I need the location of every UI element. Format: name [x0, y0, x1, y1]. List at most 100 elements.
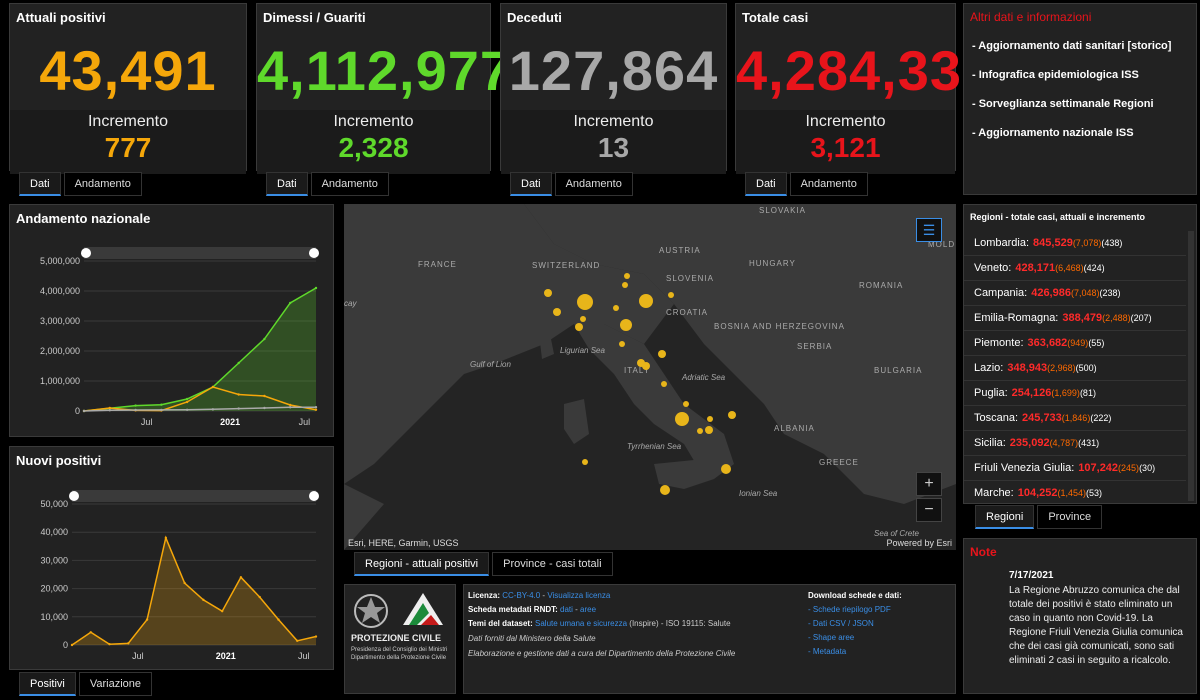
- map-bubble[interactable]: [575, 323, 583, 331]
- andamento-chart[interactable]: 5,000,000 4,000,000 3,000,000 2,000,000 1,00…: [10, 205, 335, 438]
- tab-variazione[interactable]: Variazione: [78, 672, 153, 696]
- tab-positivi[interactable]: Positivi: [19, 672, 76, 696]
- kpi-increment-box: Incremento 2,328: [257, 110, 490, 174]
- map-bubble[interactable]: [580, 316, 586, 322]
- map-bubble[interactable]: [697, 428, 703, 434]
- tab-andamento[interactable]: Andamento: [310, 172, 389, 196]
- region-row[interactable]: Emilia-Romagna: 388,479 (2,488) (207): [964, 306, 1186, 331]
- map-bubble[interactable]: [577, 294, 593, 310]
- map-bubble[interactable]: [661, 381, 667, 387]
- download-link-2[interactable]: - Shape aree: [808, 633, 854, 642]
- metadata-line: Scheda metadati RNDT: dati - aree: [468, 605, 597, 614]
- zoom-out-button[interactable]: −: [916, 498, 942, 522]
- zoom-in-button[interactable]: +: [916, 472, 942, 496]
- regions-scrollbar[interactable]: [1188, 231, 1194, 501]
- logo-sub2: Dipartimento della Protezione Civile: [351, 655, 447, 661]
- map-bubble[interactable]: [705, 426, 713, 434]
- logo-sub1: Presidenza del Consiglio dei Ministri: [351, 647, 448, 653]
- region-total: 235,092: [1009, 437, 1050, 449]
- download-link-3[interactable]: - Metadata: [808, 647, 846, 656]
- temi-val: Salute: [707, 619, 731, 628]
- map-bubble[interactable]: [544, 289, 552, 297]
- regions-list[interactable]: Lombardia: 845,529 (7,078) (438) Veneto: 428,…: [964, 231, 1186, 503]
- tab-province[interactable]: Province: [1037, 505, 1103, 529]
- region-total: 363,682: [1027, 337, 1068, 349]
- andamento-panel: Andamento nazionale 5,000,000 4,000,000 3,…: [9, 204, 334, 437]
- region-name: Sicilia:: [974, 437, 1006, 449]
- map-legend-button[interactable]: ☰: [916, 218, 942, 242]
- info-link-1[interactable]: - Infografica epidemiologica ISS: [972, 69, 1194, 81]
- region-row[interactable]: Friuli Venezia Giulia: 107,242 (245) (30): [964, 456, 1186, 481]
- region-name: Veneto:: [974, 262, 1012, 274]
- region-row[interactable]: Sicilia: 235,092 (4,787) (431): [964, 431, 1186, 456]
- region-active: (238): [1099, 288, 1121, 298]
- download-link-1[interactable]: - Dati CSV / JSON: [808, 619, 874, 628]
- map-bubble[interactable]: [721, 464, 731, 474]
- data-point: [185, 408, 189, 411]
- data-point: [185, 400, 189, 404]
- tab-dati[interactable]: Dati: [266, 172, 308, 196]
- region-name: Campania:: [974, 287, 1028, 299]
- map-bubble[interactable]: [620, 319, 632, 331]
- region-row[interactable]: Piemonte: 363,682 (949) (55): [964, 331, 1186, 356]
- map-bubble[interactable]: [683, 401, 689, 407]
- region-row[interactable]: Puglia: 254,126 (1,699) (81): [964, 381, 1186, 406]
- map-bubble[interactable]: [553, 308, 561, 316]
- nuovi-chart[interactable]: 50,000 40,000 30,000 20,000 10,000 0 Jul 2021 Ju…: [10, 447, 335, 671]
- region-row[interactable]: Marche: 104,252 (1,454) (53): [964, 481, 1186, 503]
- map-bubble[interactable]: [619, 341, 625, 347]
- data-point: [145, 618, 149, 621]
- map-bubble[interactable]: [624, 273, 630, 279]
- tab-dati[interactable]: Dati: [745, 172, 787, 196]
- tab-andamento[interactable]: Andamento: [63, 172, 142, 196]
- region-row[interactable]: Veneto: 428,171 (6,468) (424): [964, 256, 1186, 281]
- download-link-0[interactable]: - Schede riepilogo PDF: [808, 605, 891, 614]
- metadata-aree-link[interactable]: aree: [580, 605, 596, 614]
- map-bubble[interactable]: [642, 362, 650, 370]
- tab-regioni[interactable]: Regioni: [975, 505, 1035, 529]
- map-bubble[interactable]: [660, 485, 670, 495]
- data-point: [258, 595, 261, 599]
- map-bubble[interactable]: [639, 294, 653, 308]
- tab-andamento[interactable]: Andamento: [554, 172, 633, 196]
- info-link-2[interactable]: - Sorveglianza settimanale Regioni: [972, 98, 1194, 110]
- map-bubble[interactable]: [728, 411, 736, 419]
- region-row[interactable]: Lazio: 348,943 (2,968) (500): [964, 356, 1186, 381]
- info-title: Altri dati e informazioni: [970, 10, 1092, 24]
- tab-dati[interactable]: Dati: [19, 172, 61, 196]
- map-panel[interactable]: SLOVAKIA AUSTRIA HUNGARY ROMANIA SLOVENIA CRO…: [344, 204, 956, 550]
- map-bubble[interactable]: [622, 282, 628, 288]
- kpi-value: 4,284,332: [736, 39, 995, 102]
- range-slider-handle-right: [309, 491, 319, 501]
- map-bubble[interactable]: [675, 412, 689, 426]
- tab-regioni-attuali[interactable]: Regioni - attuali positivi: [354, 552, 490, 576]
- tab-andamento[interactable]: Andamento: [789, 172, 868, 196]
- data-point: [82, 409, 86, 413]
- map-bubble[interactable]: [613, 305, 619, 311]
- region-active: (81): [1079, 388, 1096, 398]
- range-slider-handle-left: [81, 248, 91, 258]
- region-name: Emilia-Romagna:: [974, 312, 1059, 324]
- license-label: Licenza:: [468, 591, 501, 600]
- y-tick-label: 30,000: [40, 555, 68, 565]
- region-row[interactable]: Campania: 426,986 (7,048) (238): [964, 281, 1186, 306]
- nuovi-tabs: Positivi Variazione: [19, 672, 153, 696]
- data-point: [220, 609, 224, 613]
- license-link[interactable]: CC-BY-4.0: [502, 591, 540, 600]
- info-link-3[interactable]: - Aggiornamento nazionale ISS: [972, 127, 1194, 139]
- map-bubble[interactable]: [658, 350, 666, 358]
- map-bubble[interactable]: [707, 416, 713, 422]
- note-date: 7/17/2021: [1009, 570, 1054, 581]
- map-bubble[interactable]: [668, 292, 674, 298]
- tab-dati[interactable]: Dati: [510, 172, 552, 196]
- region-row[interactable]: Lombardia: 845,529 (7,078) (438): [964, 231, 1186, 256]
- metadata-dati-link[interactable]: dati: [560, 605, 573, 614]
- view-license-link[interactable]: Visualizza licenza: [547, 591, 610, 600]
- info-panel: Altri dati e informazioni - Aggiornament…: [963, 3, 1197, 195]
- temi-link[interactable]: Salute umana e sicurezza: [535, 619, 627, 628]
- info-link-0[interactable]: - Aggiornamento dati sanitari [storico]: [972, 40, 1194, 52]
- region-row[interactable]: Toscana: 245,733 (1,846) (222): [964, 406, 1186, 431]
- data-point: [160, 403, 163, 406]
- tab-province-casi[interactable]: Province - casi totali: [492, 552, 613, 576]
- map-bubble[interactable]: [582, 459, 588, 465]
